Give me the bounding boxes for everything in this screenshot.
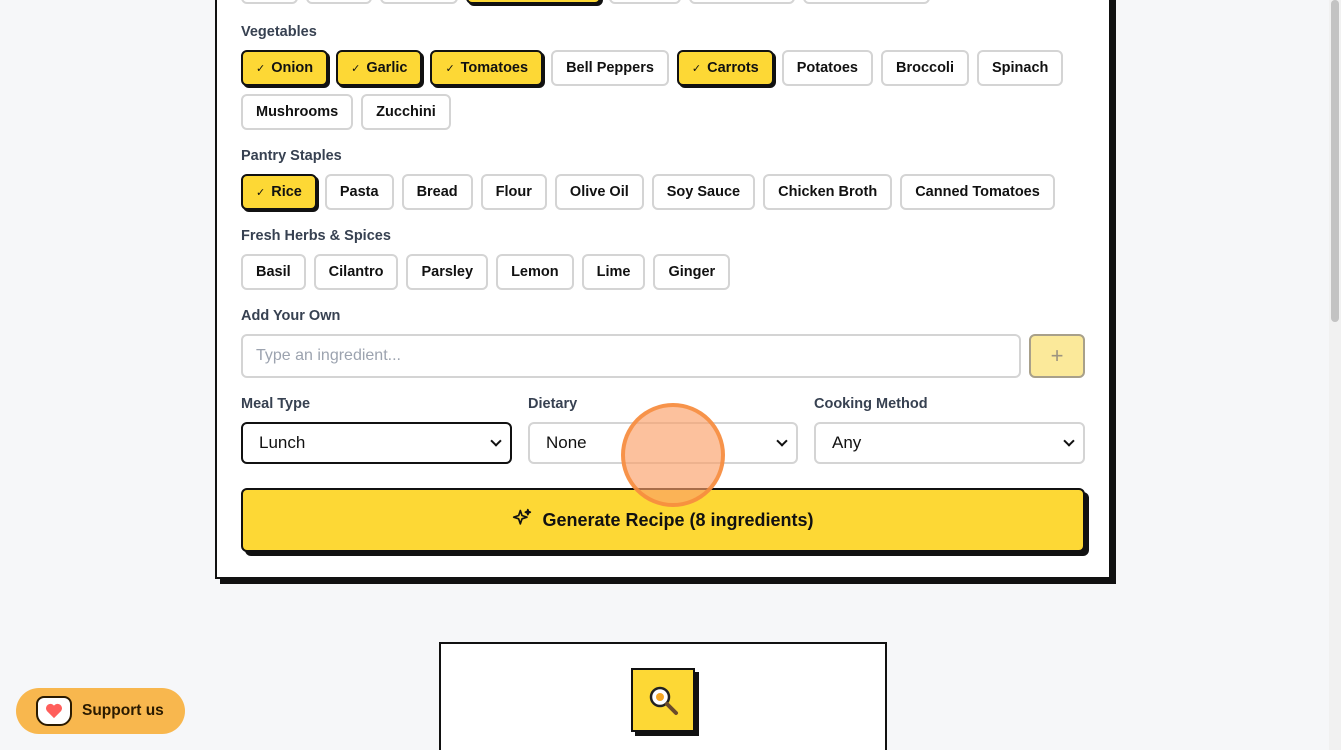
chip-partial[interactable] <box>241 0 298 4</box>
chip-partial[interactable] <box>609 0 681 4</box>
scrollbar-thumb[interactable] <box>1331 0 1339 322</box>
chip-label: Cilantro <box>328 264 384 280</box>
chip-label: Carrots <box>707 60 759 76</box>
meal-type-select-box[interactable]: Lunch <box>241 422 512 464</box>
chip-partial[interactable] <box>689 0 795 4</box>
meal-type-select[interactable]: Lunch <box>241 422 512 464</box>
ko-fi-cup-icon <box>36 696 72 726</box>
check-icon: ✓ <box>256 186 266 199</box>
cooking-method-value: Any <box>832 433 862 452</box>
check-icon: ✓ <box>445 62 455 75</box>
chip-label: Ginger <box>668 264 716 280</box>
add-ingredient-button[interactable]: + <box>1029 334 1085 378</box>
chip-label: Rice <box>271 184 302 200</box>
chip-zucchini[interactable]: Zucchini <box>361 94 451 130</box>
magnifier-egg-icon <box>631 668 695 732</box>
pantry-label: Pantry Staples <box>241 148 342 164</box>
chip-label: Onion <box>271 60 314 76</box>
herbs-label: Fresh Herbs & Spices <box>241 228 391 244</box>
pantry-row: ✓ Rice Pasta Bread Flour Olive Oil Soy Sa… <box>241 174 1055 210</box>
chip-garlic[interactable]: ✓ Garlic <box>336 50 423 86</box>
chip-label: Lemon <box>511 264 559 280</box>
support-label: Support us <box>82 702 164 719</box>
chip-tomatoes[interactable]: ✓ Tomatoes <box>430 50 544 86</box>
add-own-label: Add Your Own <box>241 308 341 324</box>
chip-label: Lime <box>596 264 631 280</box>
chip-rice[interactable]: ✓ Rice <box>241 174 317 210</box>
chip-parsley[interactable]: Parsley <box>406 254 489 290</box>
chip-chicken-broth[interactable]: Chicken Broth <box>763 174 893 210</box>
chevron-down-icon <box>1063 435 1075 447</box>
chip-label: Parsley <box>421 264 474 280</box>
generate-recipe-button[interactable]: Generate Recipe (8 ingredients) <box>241 488 1085 552</box>
chip-pasta[interactable]: Pasta <box>324 174 394 210</box>
chip-broccoli[interactable]: Broccoli <box>880 50 969 86</box>
chip-spinach[interactable]: Spinach <box>976 50 1064 86</box>
chip-lime[interactable]: Lime <box>581 254 646 290</box>
check-icon: ✓ <box>691 62 702 75</box>
chip-partial[interactable] <box>306 0 372 4</box>
chip-olive-oil[interactable]: Olive Oil <box>554 174 644 210</box>
dietary-label: Dietary <box>528 396 578 412</box>
chip-carrots[interactable]: ✓ Carrots <box>676 50 774 86</box>
vegetables-row-2: Mushrooms Zucchini <box>241 94 451 130</box>
vegetables-label: Vegetables <box>241 24 317 40</box>
dietary-value: None <box>546 433 587 452</box>
cooking-method-label: Cooking Method <box>814 396 928 412</box>
chip-label: Chicken Broth <box>778 184 878 200</box>
ingredient-input[interactable] <box>241 334 1021 378</box>
chip-partial-selected[interactable] <box>466 0 601 4</box>
chip-label: Spinach <box>991 60 1049 76</box>
chevron-down-icon <box>776 435 788 447</box>
chip-flour[interactable]: Flour <box>480 174 547 210</box>
chip-lemon[interactable]: Lemon <box>496 254 574 290</box>
chip-canned-tomatoes[interactable]: Canned Tomatoes <box>900 174 1055 210</box>
chip-label: Soy Sauce <box>666 184 741 200</box>
chip-label: Tomatoes <box>460 60 529 76</box>
chip-label: Flour <box>495 184 532 200</box>
plus-icon: + <box>1050 343 1064 368</box>
chip-partial[interactable] <box>803 0 930 4</box>
meal-type-label: Meal Type <box>241 396 311 412</box>
chip-label: Garlic <box>366 60 408 76</box>
cooking-method-select[interactable]: Any <box>814 422 1085 464</box>
chip-label: Pasta <box>339 184 379 200</box>
generate-label: Generate Recipe (8 ingredients) <box>542 509 814 530</box>
chip-label: Bell Peppers <box>566 60 654 76</box>
herbs-row: Basil Cilantro Parsley Lemon Lime Ginger <box>241 254 731 290</box>
chip-partial[interactable] <box>380 0 458 4</box>
meal-type-value: Lunch <box>259 433 306 452</box>
scrollbar[interactable] <box>1329 0 1341 750</box>
chip-label: Olive Oil <box>569 184 629 200</box>
chip-basil[interactable]: Basil <box>241 254 306 290</box>
chip-soy-sauce[interactable]: Soy Sauce <box>651 174 756 210</box>
vegetables-row-1: ✓ Onion ✓ Garlic ✓ Tomatoes Bell Peppers ✓ C… <box>241 50 1064 86</box>
chevron-down-icon <box>490 435 502 447</box>
chip-label: Basil <box>256 264 291 280</box>
support-us-button[interactable]: Support us <box>16 688 185 734</box>
partial-chip-row <box>241 0 930 4</box>
chip-onion[interactable]: ✓ Onion <box>241 50 329 86</box>
chip-ginger[interactable]: Ginger <box>653 254 731 290</box>
chip-bell-peppers[interactable]: Bell Peppers <box>551 50 669 86</box>
chip-cilantro[interactable]: Cilantro <box>313 254 399 290</box>
chip-mushrooms[interactable]: Mushrooms <box>241 94 354 130</box>
chip-label: Mushrooms <box>256 104 339 120</box>
chip-label: Bread <box>416 184 458 200</box>
check-icon: ✓ <box>256 62 266 75</box>
chip-label: Canned Tomatoes <box>915 184 1040 200</box>
dietary-select[interactable]: None <box>528 422 798 464</box>
check-icon: ✓ <box>351 62 361 75</box>
chip-label: Potatoes <box>796 60 858 76</box>
chip-label: Zucchini <box>376 104 436 120</box>
chip-bread[interactable]: Bread <box>401 174 473 210</box>
cooking-method-select-box[interactable]: Any <box>814 422 1085 464</box>
chip-label: Broccoli <box>895 60 954 76</box>
chip-potatoes[interactable]: Potatoes <box>781 50 873 86</box>
sparkles-icon <box>512 508 532 533</box>
dietary-select-box[interactable]: None <box>528 422 798 464</box>
